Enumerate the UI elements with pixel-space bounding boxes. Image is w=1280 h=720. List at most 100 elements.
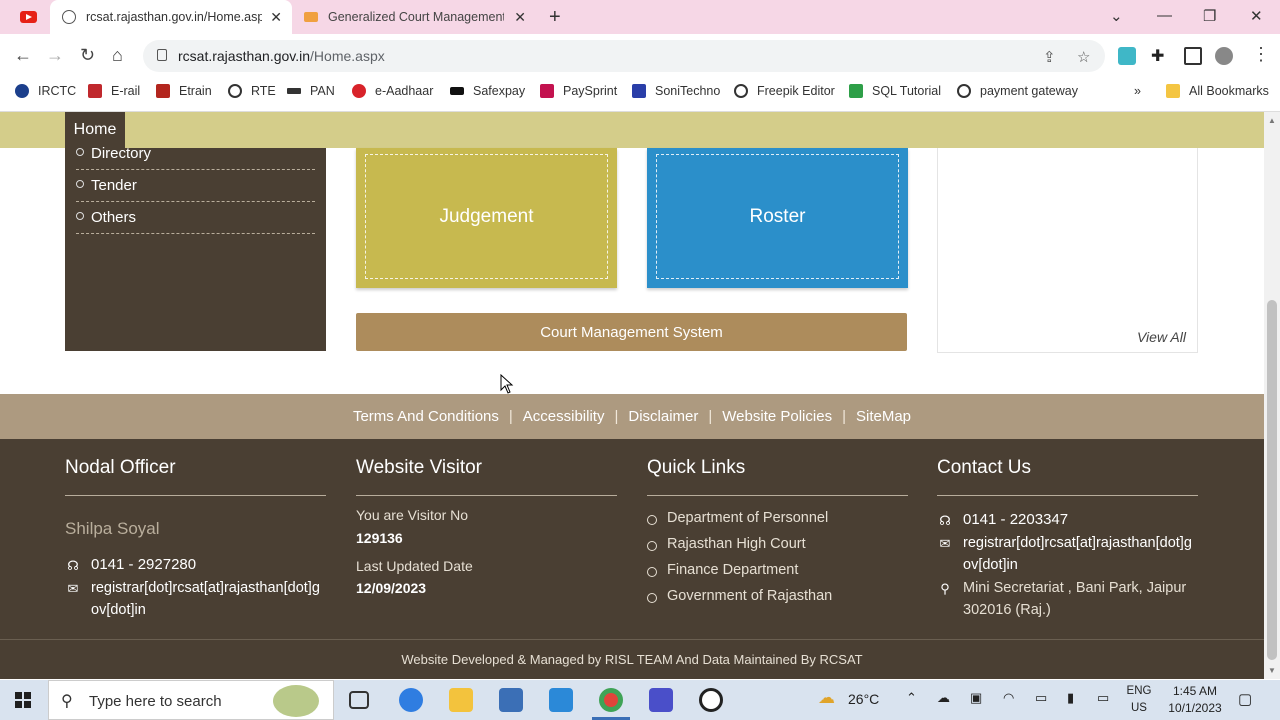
divider — [65, 495, 326, 496]
bookmark-eaadhaar[interactable]: e-Aadhaar — [352, 84, 433, 98]
minimize-icon[interactable]: — — [1157, 7, 1172, 24]
close-icon[interactable]: ✕ — [514, 9, 526, 26]
close-icon[interactable]: ✕ — [270, 9, 282, 26]
meet-icon[interactable]: ▭ — [1035, 690, 1047, 706]
tab-court-management[interactable]: Generalized Court Management ✕ — [292, 0, 536, 34]
divider — [647, 495, 908, 496]
new-tab-plus-icon[interactable]: + — [549, 6, 561, 29]
bookmark-pan[interactable]: PAN — [287, 84, 335, 98]
view-all-link[interactable]: View All — [1137, 329, 1186, 345]
globe-icon — [62, 10, 76, 24]
left-link-others[interactable]: Others — [76, 202, 315, 234]
window-close-icon[interactable]: ✕ — [1250, 7, 1263, 25]
tray-app-icon[interactable]: ▣ — [970, 690, 982, 706]
hand-favicon-icon — [304, 12, 318, 22]
bookmark-sonitechno[interactable]: SoniTechno — [632, 84, 720, 98]
nodal-officer-name: Shilpa Soyal — [65, 519, 160, 538]
address-bar[interactable]: rcsat.rajasthan.gov.in/Home.aspx ⇪ ☆ — [143, 40, 1105, 72]
folder-icon — [1166, 84, 1180, 98]
bookmark-sql-tutorial[interactable]: SQL Tutorial — [849, 84, 941, 98]
tray-chevron-icon[interactable]: ⌃ — [906, 690, 917, 706]
wifi-icon[interactable]: ◠ — [1003, 690, 1014, 706]
url-text[interactable]: rcsat.rajasthan.gov.in/Home.aspx — [178, 48, 385, 64]
app-icon[interactable] — [649, 688, 673, 712]
bookmark-irctc[interactable]: IRCTC — [15, 84, 76, 98]
court-management-system-button[interactable]: Court Management System — [356, 313, 907, 351]
judgement-tile[interactable]: Judgement — [356, 148, 617, 288]
terms-link[interactable]: Terms And Conditions — [353, 408, 499, 425]
disclaimer-link[interactable]: Disclaimer — [628, 408, 698, 425]
left-link-directory[interactable]: Directory — [76, 138, 315, 170]
mail-app-icon[interactable] — [549, 688, 573, 712]
windows-start-icon[interactable] — [15, 692, 31, 708]
profile-avatar[interactable] — [1215, 47, 1233, 65]
windows-taskbar: ⚲ Type here to search ☁ 26°C ⌃ ☁ ▣ ◠ ▭ ▮… — [0, 680, 1280, 720]
roster-tile[interactable]: Roster — [647, 148, 908, 288]
weather-temp[interactable]: 26°C — [848, 691, 879, 707]
extension-icon[interactable] — [1118, 47, 1136, 65]
more-menu-icon[interactable]: ⋮ — [1252, 44, 1270, 65]
site-info-icon[interactable] — [157, 49, 167, 61]
page-scrollbar[interactable]: ▲ ▼ — [1264, 112, 1280, 679]
back-arrow-icon[interactable]: ← — [14, 45, 32, 66]
sitemap-link[interactable]: SiteMap — [856, 408, 911, 425]
left-link-tender[interactable]: Tender — [76, 170, 315, 202]
puzzle-extensions-icon[interactable]: ✚ — [1151, 46, 1169, 65]
browser-toolbar: ← → ↻ ⌂ rcsat.rajasthan.gov.in/Home.aspx… — [0, 34, 1280, 78]
footer-credit: Website Developed & Managed by RISL TEAM… — [0, 639, 1264, 679]
scroll-down-icon[interactable]: ▼ — [1268, 666, 1276, 675]
all-bookmarks[interactable]: All Bookmarks — [1166, 84, 1269, 98]
roster-label: Roster — [656, 154, 899, 279]
youtube-tab-icon[interactable] — [20, 11, 37, 23]
share-icon[interactable]: ⇪ — [1043, 48, 1056, 66]
home-icon[interactable]: ⌂ — [112, 45, 123, 66]
accessibility-link[interactable]: Accessibility — [523, 408, 605, 425]
separator: | — [614, 408, 619, 425]
search-icon: ⚲ — [61, 693, 73, 710]
bookmark-etrain[interactable]: Etrain — [156, 84, 212, 98]
bookmark-erail[interactable]: E-rail — [88, 84, 140, 98]
file-explorer-icon[interactable] — [449, 688, 473, 712]
bookmark-payment-gateway[interactable]: payment gateway — [957, 84, 1078, 98]
forward-arrow-icon[interactable]: → — [46, 45, 64, 66]
store-icon[interactable] — [499, 688, 523, 712]
bullet-icon — [76, 148, 84, 156]
etrain-icon — [156, 84, 170, 98]
safexpay-icon — [450, 87, 464, 95]
onedrive-icon[interactable]: ☁ — [937, 690, 950, 706]
recorder-icon[interactable] — [699, 688, 723, 712]
battery-icon[interactable]: ▭ — [1097, 690, 1109, 706]
bookmark-freepik[interactable]: Freepik Editor — [734, 84, 835, 98]
website-policies-link[interactable]: Website Policies — [722, 408, 832, 425]
headset-icon: ☊ — [67, 558, 79, 573]
globe-icon — [957, 84, 971, 98]
news-panel: View All — [937, 148, 1198, 353]
bookmark-rte[interactable]: RTE — [228, 84, 276, 98]
tab-search-chevron-icon[interactable]: ⌄ — [1110, 7, 1123, 25]
last-updated-label: Last Updated Date — [356, 558, 473, 574]
reload-icon[interactable]: ↻ — [80, 45, 95, 66]
notifications-icon[interactable]: ▢ — [1238, 690, 1252, 708]
side-panel-icon[interactable] — [1184, 47, 1202, 65]
erail-icon — [88, 84, 102, 98]
bookmark-safexpay[interactable]: Safexpay — [450, 84, 525, 98]
scroll-thumb[interactable] — [1267, 300, 1277, 660]
bookmark-paysprint[interactable]: PaySprint — [540, 84, 617, 98]
language-indicator[interactable]: ENG US — [1124, 683, 1154, 717]
tab-rcsat-home[interactable]: rcsat.rajasthan.gov.in/Home.asp ✕ — [50, 0, 292, 34]
bookmark-star-icon[interactable]: ☆ — [1077, 48, 1090, 66]
visitor-label: You are Visitor No — [356, 507, 469, 523]
restore-icon[interactable]: ❐ — [1203, 7, 1216, 25]
more-bookmarks-icon[interactable]: » — [1134, 84, 1141, 98]
chrome-icon[interactable] — [599, 688, 623, 712]
task-view-icon[interactable] — [349, 691, 369, 709]
taskbar-search-box[interactable]: ⚲ Type here to search — [48, 680, 334, 720]
microphone-icon[interactable]: ▮ — [1067, 690, 1074, 706]
divider — [356, 495, 617, 496]
circle-bullet-icon — [647, 541, 657, 551]
search-highlight-art-icon — [273, 685, 319, 717]
clock[interactable]: 1:45 AM 10/1/2023 — [1160, 683, 1230, 717]
globe-icon — [734, 84, 748, 98]
scroll-up-icon[interactable]: ▲ — [1268, 116, 1276, 125]
edge-icon[interactable] — [399, 688, 423, 712]
